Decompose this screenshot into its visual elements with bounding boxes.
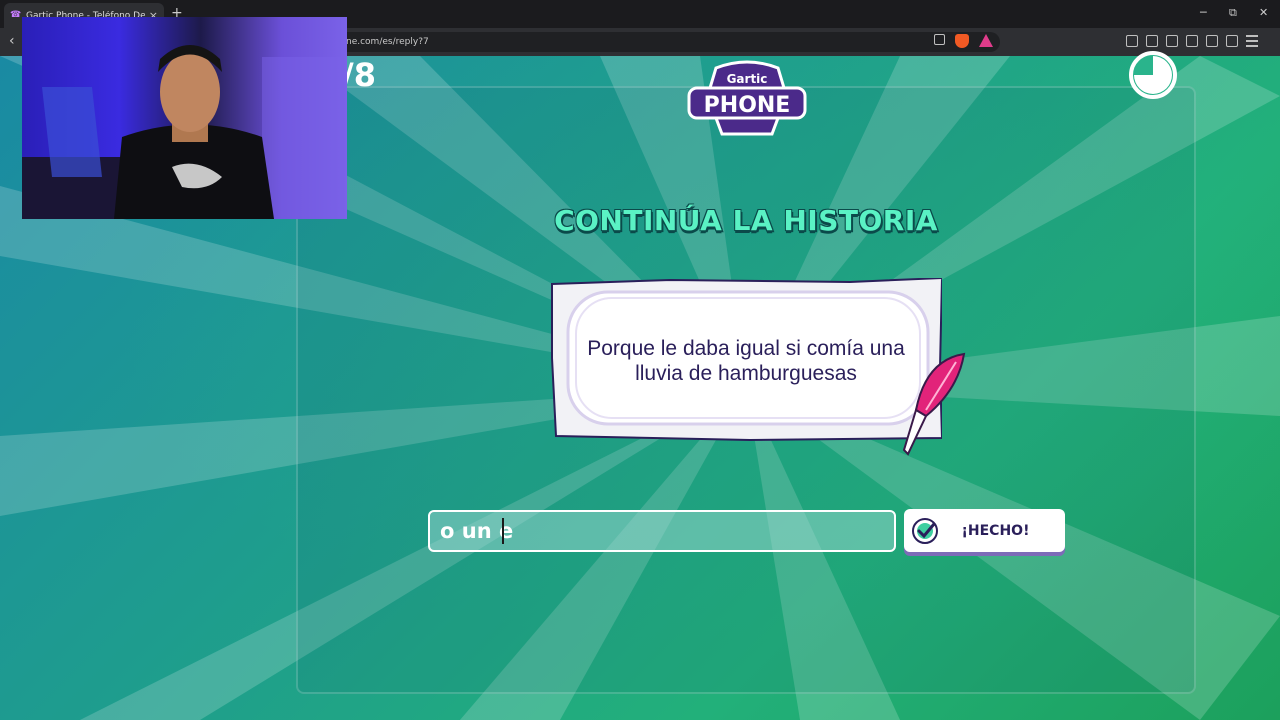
prompt-text: Porque le daba igual si comía una lluvia… [587,337,905,385]
screenshot-icon[interactable] [1126,35,1138,47]
brave-rewards-icon[interactable] [979,34,993,47]
quill-icon [902,352,966,456]
answer-input[interactable] [428,510,896,552]
check-icon [912,517,938,544]
minimize-button[interactable]: ─ [1200,6,1207,19]
menu-icon[interactable] [1246,35,1258,47]
timer-icon [1129,51,1177,99]
address-bar[interactable]: ne.com/es/reply?7 [330,32,1000,52]
done-button[interactable]: ¡HECHO! [904,509,1065,552]
text-cursor [502,518,504,544]
round-counter: /8 [342,56,376,94]
logo-bottom-text: PHONE [704,93,791,118]
streamer-video-image [22,45,347,219]
leo-ai-icon[interactable] [1206,35,1218,47]
back-arrow-icon[interactable]: ‹ [9,33,15,49]
maximize-button[interactable]: ⧉ [1229,6,1237,20]
vpn-icon[interactable] [1226,35,1238,47]
sidebar-icon[interactable] [1166,35,1178,47]
webcam-overlay [22,17,347,219]
done-label: ¡HECHO! [961,522,1030,539]
media-icon[interactable] [1146,35,1158,47]
phone-icon: ☎ [10,10,22,20]
gartic-phone-logo: Gartic PHONE [687,60,807,136]
logo-top-text: Gartic [727,72,768,86]
wallet-icon[interactable] [1186,35,1198,47]
share-icon[interactable] [934,34,945,45]
close-window-button[interactable]: ✕ [1259,6,1268,19]
brave-shield-icon[interactable] [955,34,969,48]
